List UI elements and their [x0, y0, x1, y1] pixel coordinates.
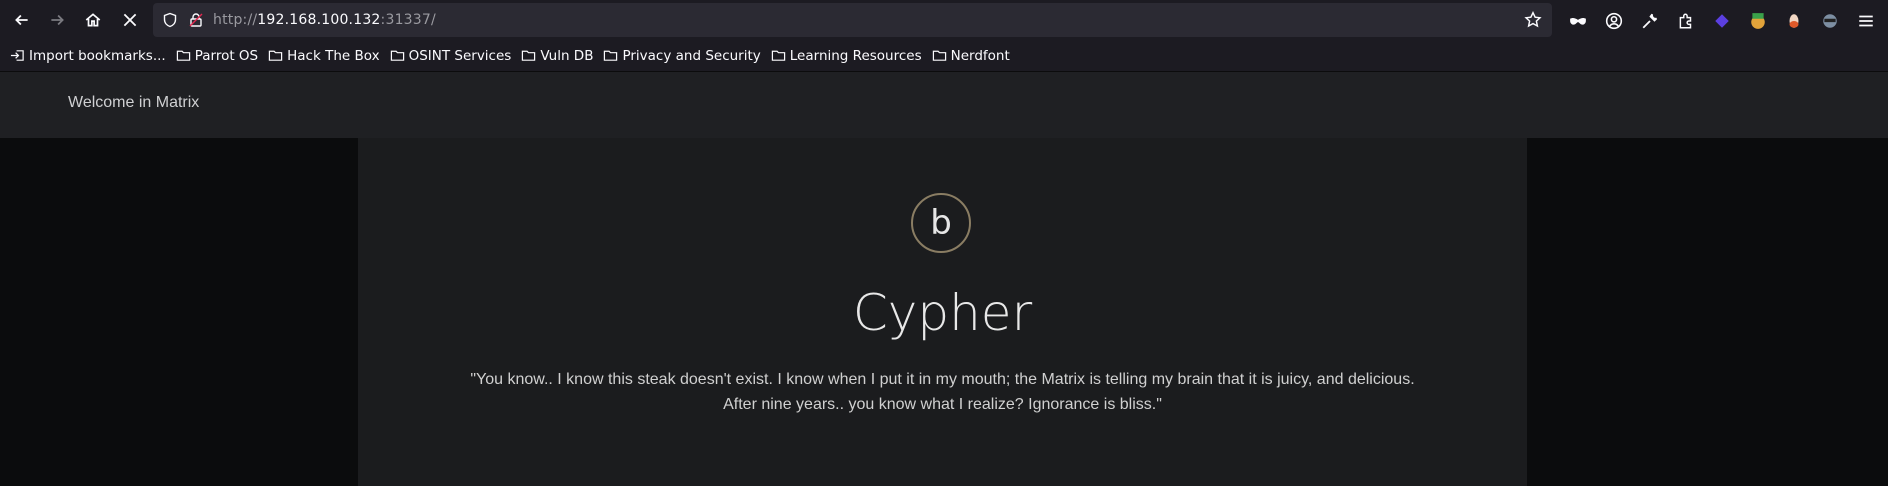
quote-line: After nine years.. you know what I reali… [723, 396, 1162, 413]
url-port: :31337/ [380, 12, 436, 28]
bookmark-star-icon[interactable] [1524, 10, 1542, 29]
back-icon[interactable] [7, 5, 37, 35]
page-title: Cypher [852, 284, 1033, 342]
bookmark-folder-parrot-os[interactable]: Parrot OS [176, 48, 258, 64]
url-text[interactable]: http://192.168.100.132:31337/ [213, 12, 436, 28]
folder-icon [771, 50, 785, 61]
bookmark-folder-nerdfont[interactable]: Nerdfont [932, 48, 1010, 64]
site-brand-link[interactable]: Welcome in Matrix [68, 94, 199, 112]
left-margin [0, 138, 358, 486]
account-icon[interactable] [1596, 6, 1632, 36]
bookmark-label: Learning Resources [789, 47, 922, 64]
bookmark-label: Nerdfont [950, 47, 1010, 64]
folder-icon [932, 50, 946, 61]
site-navbar: Welcome in Matrix [0, 72, 1888, 138]
avatar: b [911, 193, 971, 253]
mask-icon[interactable] [1560, 6, 1596, 36]
folder-icon [522, 50, 536, 61]
wrench-icon[interactable] [1632, 6, 1668, 36]
folder-icon [604, 50, 618, 61]
url-bar[interactable]: http://192.168.100.132:31337/ [153, 3, 1552, 37]
bookmark-folder-osint-services[interactable]: OSINT Services [390, 47, 512, 64]
quote-line: "You know.. I know this steak doesn't ex… [470, 371, 1415, 388]
url-scheme: http:// [213, 12, 258, 28]
bookmark-label: Vuln DB [540, 47, 594, 64]
home-icon[interactable] [78, 5, 108, 35]
bookmark-label: Privacy and Security [622, 47, 761, 64]
bookmark-label: OSINT Services [408, 47, 512, 64]
bookmark-label: Import bookmarks... [29, 47, 166, 64]
folder-icon [176, 50, 190, 61]
menu-icon[interactable] [1848, 6, 1884, 36]
browser-toolbar: http://192.168.100.132:31337/ [0, 0, 1888, 40]
folder-icon [390, 50, 404, 61]
extension-icon[interactable] [1740, 6, 1776, 36]
bookmark-label: Parrot OS [194, 47, 259, 64]
extension-icon[interactable] [1812, 6, 1848, 36]
bookmark-folder-privacy-and-security[interactable]: Privacy and Security [603, 47, 761, 64]
insecure-lock-icon[interactable] [187, 11, 205, 29]
bookmark-label: Hack The Box [287, 47, 380, 64]
puzzle-icon[interactable] [1668, 6, 1704, 36]
bookmark-folder-hack-the-box[interactable]: Hack The Box [268, 47, 380, 64]
import-icon [10, 50, 24, 61]
stop-icon[interactable] [115, 5, 145, 35]
bookmark-folder-learning-resources[interactable]: Learning Resources [771, 48, 922, 64]
bookmark-folder-vuln-db[interactable]: Vuln DB [521, 48, 593, 64]
url-host: 192.168.100.132 [257, 12, 381, 28]
bookmark-import[interactable]: Import bookmarks... [10, 48, 166, 64]
quote-text: "You know.. I know this steak doesn't ex… [358, 367, 1527, 417]
extension-toolbar [1560, 6, 1884, 36]
extension-icon[interactable] [1776, 6, 1812, 36]
forward-icon[interactable] [42, 5, 72, 35]
folder-icon [268, 50, 283, 61]
shield-icon[interactable] [161, 11, 179, 29]
profile-card: b Cypher "You know.. I know this steak d… [358, 138, 1527, 486]
right-margin [1527, 138, 1888, 486]
bookmarks-toolbar: Import bookmarks... Parrot OS Hack The B… [0, 40, 1888, 72]
extension-icon[interactable] [1704, 6, 1740, 36]
